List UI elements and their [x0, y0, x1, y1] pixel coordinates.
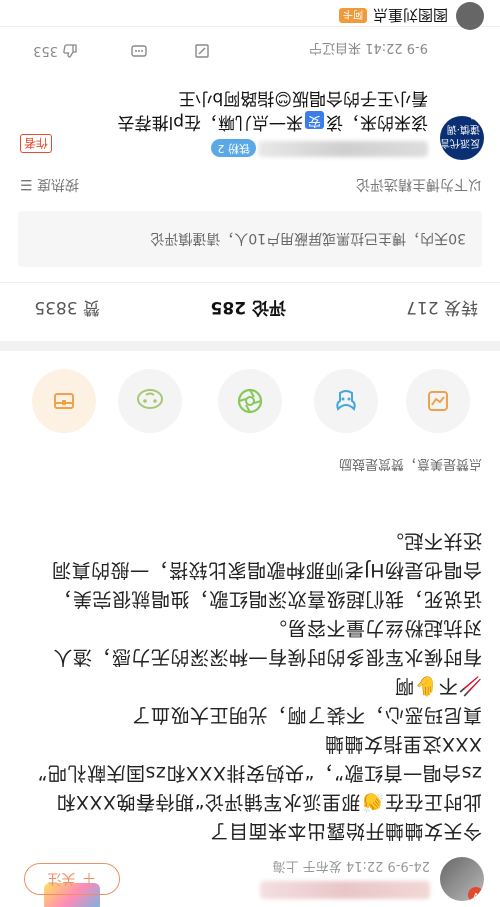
post-line: 今天女蛐蛐开始露出本来面目了: [208, 820, 482, 842]
post-line: 对抗起粉丝力量不容易。: [267, 617, 482, 639]
bottom-bar: 图图刘重点 阿卡: [0, 0, 500, 30]
bottom-badge: 阿卡: [338, 8, 367, 23]
aperture-icon: [237, 388, 263, 414]
like-count: 353: [33, 43, 58, 59]
tab-divider: [0, 282, 500, 283]
fan-level-badge: 铁粉 2: [211, 139, 256, 157]
reaction-prompt: 点赞是美意，赞赏是鼓励: [338, 456, 482, 471]
duck-icon: [137, 389, 163, 409]
avatar-text: 谨慎·调侃: [446, 116, 480, 134]
comment-text-line: 看小王子的合唱版😊指路阿b小王: [178, 88, 428, 108]
tab-comment[interactable]: 评论 285: [211, 297, 286, 322]
post-header: V 24-9-9 22:14 发布于 上海 ＋ 关注: [0, 853, 500, 907]
reaction-reward[interactable]: [32, 369, 96, 433]
share-icon: [195, 44, 209, 58]
thumbs-up-icon: [63, 44, 77, 58]
post-line: 🥢不✋啊: [394, 675, 482, 697]
comment-icon: [131, 45, 147, 57]
reaction-ox[interactable]: [314, 369, 378, 433]
verified-icon: V: [468, 887, 484, 901]
interaction-tabs: 转发 217 评论 285 赞 3835: [0, 282, 500, 322]
post-line: zs合唱一首红歌”，“央妈安排XXX和zs国庆献礼吧”: [37, 762, 482, 784]
like-button[interactable]: 353: [33, 43, 78, 59]
post-line: 话说死，我们超级喜欢深唱红歌，独唱就很完美，: [52, 588, 482, 610]
reaction-trend[interactable]: [406, 369, 470, 433]
bottom-user-name: 图图刘重点: [372, 6, 448, 24]
reply-button[interactable]: [130, 43, 148, 59]
reaction-duck[interactable]: [118, 369, 182, 433]
commenter-avatar[interactable]: 反派代言 谨慎·调侃: [440, 116, 484, 160]
post-line: 还扶不起。: [384, 530, 482, 552]
post-line: 合唱也是杨HJ老师那种歌唱家比较搭，一般的真洞: [51, 559, 482, 581]
tab-repost[interactable]: 转发 217: [406, 297, 478, 322]
author-name-blurred[interactable]: [260, 881, 430, 899]
bottom-user[interactable]: 图图刘重点 阿卡: [338, 5, 448, 26]
author-avatar[interactable]: V: [440, 857, 484, 901]
post-line: 真尼玛恶心，不装了啊，光明正大吸血了: [130, 704, 482, 726]
sort-by-heat-button[interactable]: 按热度 ☰: [20, 175, 79, 195]
post-text: 今天女蛐蛐开始露出本来面目了 此时正在在👏那里派水军铺评论“期待春晚XXX和 z…: [12, 526, 482, 845]
treasure-icon: [54, 393, 74, 409]
selected-comments-header: 以下为博主精选评论 按热度 ☰: [0, 165, 500, 195]
trend-icon: [428, 391, 448, 411]
reaction-bar: [0, 365, 500, 433]
post-line: 有时候水军很多的时候有一种深深的无力感，渣人: [52, 646, 482, 668]
reaction-lens[interactable]: [218, 369, 282, 433]
comment-text-part: 来一点儿嘛，在pl推荐去: [117, 112, 303, 132]
author-tag: 作者: [19, 134, 52, 153]
post-meta: 24-9-9 22:14 发布于 上海: [272, 858, 430, 873]
follow-button[interactable]: ＋ 关注: [24, 863, 120, 895]
plus-icon: ＋: [81, 869, 97, 888]
share-button[interactable]: [194, 43, 210, 59]
bottom-avatar[interactable]: [456, 2, 484, 30]
ox-icon: [336, 390, 356, 411]
comment-time: 9-9 22:41 来自辽宁: [309, 40, 428, 55]
tab-like[interactable]: 赞 3835: [34, 297, 100, 322]
post-line: 此时正在在👏那里派水军铺评论“期待春晚XXX和: [55, 791, 482, 813]
post-line: XXX这里指女蛐蛐: [324, 733, 482, 755]
comment-text: 该来的来，该安来一点儿嘛，在pl推荐去 看小王子的合唱版😊指路阿b小王: [16, 86, 428, 134]
comment-notice: 30天内，博主已拉黑或屏蔽用户10人，请谨慎评论: [18, 211, 482, 267]
commenter-name-blurred[interactable]: [258, 141, 428, 157]
follow-label: 关注: [47, 870, 76, 886]
comment-text-part: 该来的来，该: [326, 112, 428, 132]
weibo-post-page: V 24-9-9 22:14 发布于 上海 ＋ 关注 今天女蛐蛐开始露出本来面目…: [0, 0, 500, 907]
selected-comments-title: 以下为博主精选评论: [356, 176, 482, 192]
section-divider: [0, 341, 500, 351]
comment-footer: 9-9 22:41 来自辽宁 353: [16, 35, 428, 59]
keyword-badge[interactable]: 安: [304, 111, 324, 129]
avatar-text: 反派代言: [440, 137, 480, 148]
